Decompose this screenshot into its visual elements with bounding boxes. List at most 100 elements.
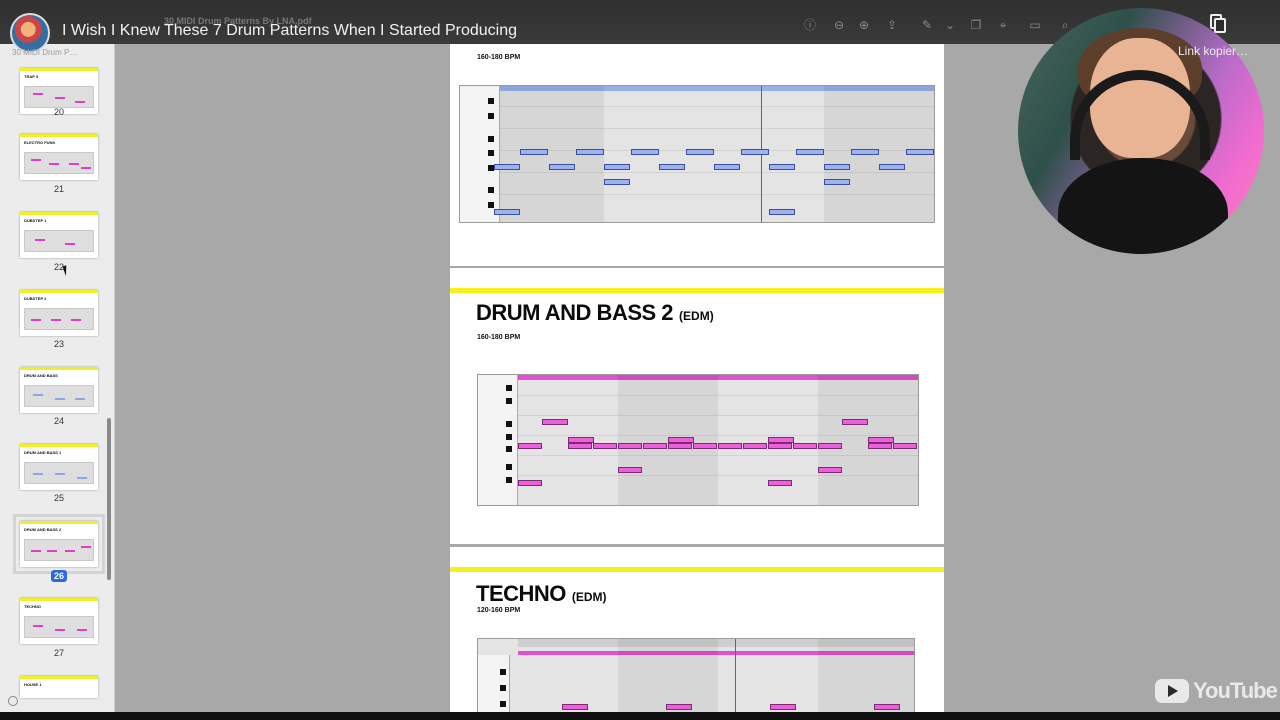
video-progress-area[interactable] bbox=[0, 712, 1280, 720]
markup-icon[interactable]: ⌖ bbox=[996, 18, 1010, 32]
youtube-logo[interactable]: YouTube bbox=[1155, 678, 1278, 703]
sidebar-header: 30 MIDI Drum P… bbox=[12, 48, 78, 57]
midi-note bbox=[643, 443, 667, 449]
midi-note bbox=[604, 164, 630, 170]
video-title[interactable]: I Wish I Knew These 7 Drum Patterns When… bbox=[62, 22, 517, 40]
thumbnail-title: DUBSTEP 1 bbox=[24, 218, 47, 223]
section-tag: (EDM) bbox=[571, 590, 607, 604]
thumbnail-sidebar[interactable]: TRAP 3 20 ELECTRO FUNK 21 DUBSTEP 1 22 D… bbox=[0, 44, 115, 712]
midi-note bbox=[618, 467, 642, 473]
page-number: 21 bbox=[53, 184, 64, 194]
midi-note bbox=[562, 704, 588, 710]
page-number: 27 bbox=[53, 648, 64, 658]
redact-icon[interactable]: ▭ bbox=[1028, 18, 1042, 32]
thumbnail-page[interactable]: TECHNO bbox=[20, 598, 98, 644]
midi-note bbox=[631, 149, 659, 155]
midi-note bbox=[542, 419, 568, 425]
midi-note bbox=[518, 480, 542, 486]
midi-note bbox=[593, 443, 617, 449]
midi-note bbox=[494, 164, 520, 170]
midi-note bbox=[842, 419, 868, 425]
section-title-text: TECHNO bbox=[476, 581, 566, 606]
midi-note bbox=[769, 209, 795, 215]
page-number: 23 bbox=[53, 339, 64, 349]
midi-note bbox=[793, 443, 817, 449]
midi-note bbox=[659, 164, 685, 170]
midi-note bbox=[743, 443, 767, 449]
chevron-down-icon[interactable]: ⌄ bbox=[943, 18, 957, 32]
midi-note bbox=[893, 443, 917, 449]
midi-note bbox=[824, 179, 850, 185]
midi-note bbox=[770, 704, 796, 710]
thumbnail-title: ELECTRO FUNK bbox=[24, 140, 56, 145]
midi-note bbox=[906, 149, 934, 155]
page-number: 22 bbox=[53, 262, 64, 272]
midi-note bbox=[818, 467, 842, 473]
midi-note bbox=[568, 443, 592, 449]
midi-note bbox=[868, 443, 892, 449]
sidebar-scrollbar[interactable] bbox=[106, 44, 112, 712]
page-number: 20 bbox=[53, 107, 64, 117]
thumbnail-title: DRUM AND BASS 2 bbox=[24, 527, 62, 532]
thumbnail-page[interactable]: HOUSE 1 bbox=[20, 676, 98, 698]
section-bpm: 160-180 BPM bbox=[477, 334, 521, 341]
yellow-accent-line bbox=[450, 567, 944, 572]
midi-note bbox=[668, 443, 692, 449]
piano-roll bbox=[459, 85, 935, 223]
piano-roll bbox=[477, 374, 919, 506]
midi-note bbox=[666, 704, 692, 710]
keys-column bbox=[478, 375, 518, 505]
zoom-out-icon[interactable]: ⊖ bbox=[832, 18, 846, 32]
midi-note bbox=[796, 149, 824, 155]
info-icon[interactable]: ⓘ bbox=[803, 18, 817, 32]
section-title: DRUM AND BASS 2 (EDM) bbox=[476, 300, 714, 326]
midi-note bbox=[768, 443, 792, 449]
midi-note bbox=[851, 149, 879, 155]
midi-note bbox=[714, 164, 740, 170]
thumbnail-page[interactable]: DRUM AND BASS bbox=[20, 367, 98, 413]
midi-note bbox=[686, 149, 714, 155]
midi-note bbox=[618, 443, 642, 449]
thumbnail-page[interactable]: DUBSTEP 2 bbox=[20, 290, 98, 336]
youtube-play-icon bbox=[1155, 679, 1189, 703]
thumbnail-page-selected[interactable]: DRUM AND BASS 2 bbox=[13, 514, 105, 574]
copy-link-label[interactable]: Link kopier… bbox=[1178, 44, 1248, 58]
pen-icon[interactable]: ✎ bbox=[920, 18, 934, 32]
midi-note bbox=[818, 443, 842, 449]
midi-note bbox=[494, 209, 520, 215]
window-icon[interactable]: ❐ bbox=[969, 18, 983, 32]
midi-note bbox=[520, 149, 548, 155]
midi-note bbox=[693, 443, 717, 449]
thumbnail-page[interactable]: ELECTRO FUNK bbox=[20, 134, 98, 180]
yellow-accent-line bbox=[450, 288, 944, 293]
thumbnail-title: TECHNO bbox=[24, 604, 41, 609]
pdf-page-drum-and-bass-2: DRUM AND BASS 2 (EDM) 160-180 BPM bbox=[450, 268, 944, 544]
thumbnail-title: TRAP 3 bbox=[24, 74, 39, 79]
midi-note bbox=[824, 164, 850, 170]
thumbnail-title: HOUSE 1 bbox=[24, 682, 42, 687]
add-page-icon[interactable] bbox=[8, 696, 18, 706]
midi-note bbox=[518, 443, 542, 449]
section-tag: (EDM) bbox=[679, 309, 714, 323]
midi-note bbox=[741, 149, 769, 155]
section-title-text: DRUM AND BASS 2 bbox=[476, 300, 674, 325]
sidebar-scrollbar-thumb[interactable] bbox=[107, 418, 111, 580]
thumbnail-title: DUBSTEP 2 bbox=[24, 296, 47, 301]
thumbnail-title: DRUM AND BASS bbox=[24, 373, 58, 378]
section-bpm: 120-160 BPM bbox=[477, 607, 521, 614]
youtube-wordmark: YouTube bbox=[1193, 678, 1278, 703]
share-icon[interactable]: ⇪ bbox=[885, 18, 899, 32]
page-number: 24 bbox=[53, 416, 64, 426]
copy-icon[interactable] bbox=[1208, 14, 1230, 36]
keys-column bbox=[478, 655, 510, 717]
section-bpm: 160-180 BPM bbox=[477, 54, 521, 61]
channel-avatar[interactable] bbox=[10, 13, 50, 53]
midi-note bbox=[769, 164, 795, 170]
pdf-page-techno: TECHNO (EDM) 120-160 BPM bbox=[450, 547, 944, 718]
page-number-selected: 26 bbox=[20, 570, 98, 582]
keys-column bbox=[460, 86, 500, 222]
thumbnail-page[interactable]: DUBSTEP 1 bbox=[20, 212, 98, 258]
thumbnail-page[interactable]: DRUM AND BASS 1 bbox=[20, 444, 98, 490]
zoom-in-icon[interactable]: ⊕ bbox=[857, 18, 871, 32]
midi-note bbox=[768, 480, 792, 486]
